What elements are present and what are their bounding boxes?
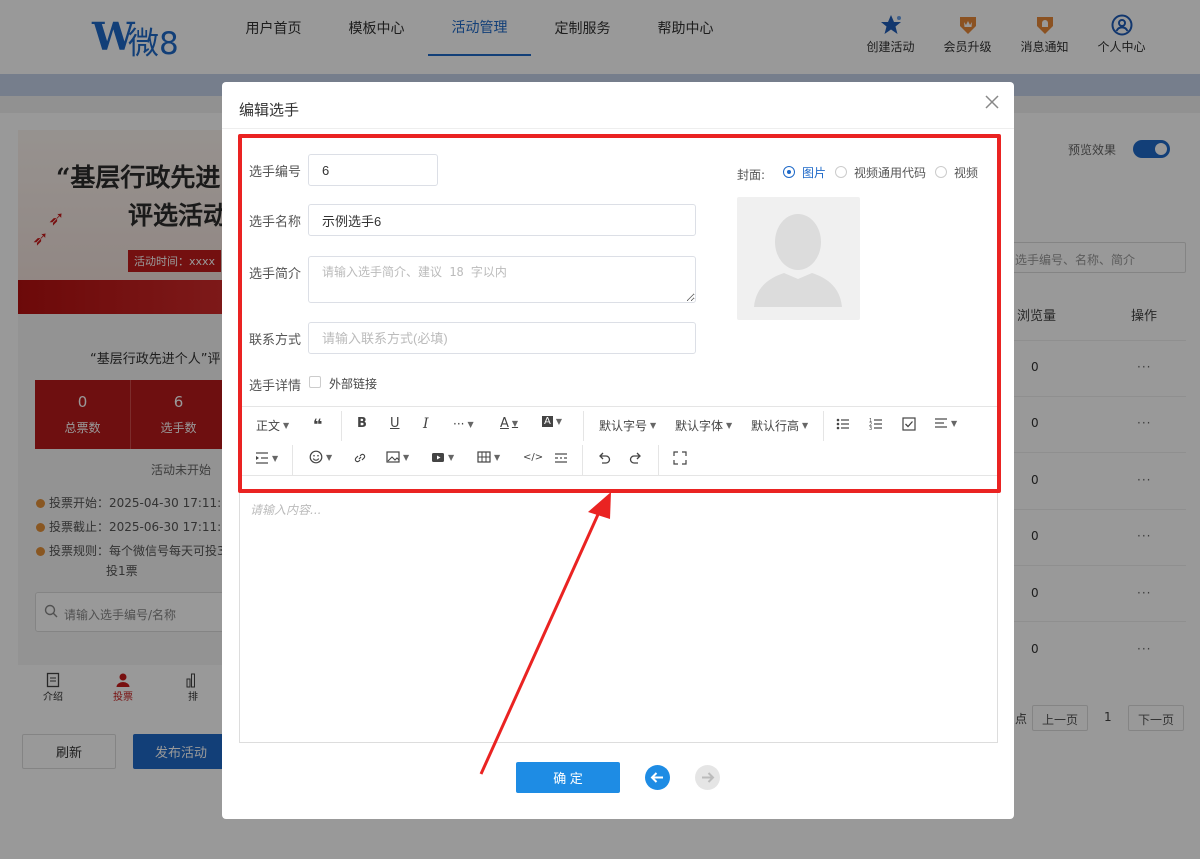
bullet-list-icon[interactable]	[836, 417, 850, 431]
confirm-button[interactable]: 确 定	[516, 762, 620, 793]
close-icon[interactable]	[984, 94, 1000, 110]
toolbar-divider	[658, 445, 659, 475]
edit-contestant-dialog: 编辑选手 选手编号 选手名称 选手简介 联系方式 选手详情 外部链接 封面: 图…	[222, 82, 1014, 819]
external-link-checkbox[interactable]	[309, 376, 321, 388]
svg-text:3: 3	[869, 426, 872, 431]
toolbar-divider	[341, 411, 342, 441]
video-icon	[432, 453, 444, 462]
quote-icon[interactable]: ❝	[313, 415, 322, 434]
prev-contestant-button[interactable]	[645, 765, 670, 790]
divider-icon[interactable]	[554, 451, 568, 465]
intro-label: 选手简介	[249, 267, 302, 282]
cover-image-upload[interactable]	[737, 197, 860, 320]
emoji-dropdown[interactable]: ▼	[309, 450, 332, 464]
font-size-label: 默认字号	[599, 419, 648, 433]
more-label: ···	[453, 417, 465, 431]
todo-checkbox-icon[interactable]	[902, 417, 916, 431]
link-icon[interactable]	[353, 451, 367, 465]
number-input[interactable]	[308, 154, 438, 186]
toolbar-divider	[583, 411, 584, 441]
fullscreen-icon[interactable]	[673, 451, 687, 465]
table-icon	[477, 451, 491, 463]
next-contestant-button[interactable]	[695, 765, 720, 790]
title-divider	[222, 128, 1014, 129]
undo-icon[interactable]	[597, 451, 611, 465]
align-icon	[935, 418, 947, 428]
line-height-dropdown[interactable]: 默认行高 ▼	[751, 417, 808, 434]
bg-color-icon[interactable]: A ▼	[542, 416, 562, 427]
contact-label: 联系方式	[249, 333, 302, 348]
table-dropdown[interactable]: ▼	[477, 450, 500, 464]
name-input[interactable]	[308, 204, 696, 236]
redo-icon[interactable]	[629, 451, 643, 465]
cover-label: 封面:	[737, 168, 766, 182]
bold-icon[interactable]: B	[357, 416, 367, 431]
dialog-title: 编辑选手	[239, 101, 300, 119]
cover-radio-video[interactable]	[935, 166, 947, 178]
line-height-label: 默认行高	[751, 419, 800, 433]
number-label: 选手编号	[249, 165, 302, 180]
avatar-placeholder-icon	[754, 214, 842, 307]
font-size-dropdown[interactable]: 默认字号 ▼	[599, 417, 656, 434]
toolbar-divider	[582, 445, 583, 475]
indent-dropdown[interactable]: ▼	[255, 451, 278, 465]
cover-radio-video-code[interactable]	[835, 166, 847, 178]
paragraph-dropdown[interactable]: 正文 ▼	[256, 417, 289, 434]
more-format-dropdown[interactable]: ··· ▼	[453, 417, 474, 431]
italic-icon[interactable]: I	[423, 416, 429, 432]
font-color-icon[interactable]: A ▼	[500, 416, 518, 431]
indent-icon	[256, 452, 268, 464]
align-dropdown[interactable]: ▼	[934, 416, 957, 430]
arrow-left-icon	[650, 772, 663, 783]
cover-option-image[interactable]: 图片	[802, 164, 826, 181]
toolbar-divider	[823, 411, 824, 441]
intro-textarea[interactable]	[308, 256, 696, 303]
image-icon	[386, 451, 400, 463]
detail-label: 选手详情	[249, 379, 302, 394]
emoji-icon	[309, 450, 323, 464]
editor-placeholder: 请输入内容...	[250, 503, 322, 517]
arrow-right-icon	[702, 772, 715, 783]
toolbar-divider	[292, 445, 293, 475]
image-dropdown[interactable]: ▼	[386, 450, 409, 464]
underline-icon[interactable]: U	[390, 416, 400, 431]
name-label: 选手名称	[249, 215, 302, 230]
code-icon[interactable]: </>	[523, 452, 543, 463]
cover-option-video[interactable]: 视频	[954, 164, 978, 181]
video-dropdown[interactable]: ▼	[431, 450, 454, 464]
numbered-list-icon[interactable]: 123	[869, 417, 883, 431]
paragraph-label: 正文	[256, 419, 281, 433]
cover-option-video-code[interactable]: 视频通用代码	[854, 164, 926, 181]
font-family-label: 默认字体	[675, 419, 724, 433]
font-family-dropdown[interactable]: 默认字体 ▼	[675, 417, 732, 434]
rich-text-editor[interactable]: 请输入内容...	[239, 492, 998, 743]
rich-text-toolbar: 正文 ▼ ❝ B U I ··· ▼ A ▼ A ▼ 默认字号 ▼ 默认字体 ▼ 默认行高 ▼…	[239, 406, 998, 476]
cover-radio-image[interactable]	[783, 166, 795, 178]
contact-input[interactable]	[308, 322, 696, 354]
external-link-label[interactable]: 外部链接	[329, 375, 377, 392]
